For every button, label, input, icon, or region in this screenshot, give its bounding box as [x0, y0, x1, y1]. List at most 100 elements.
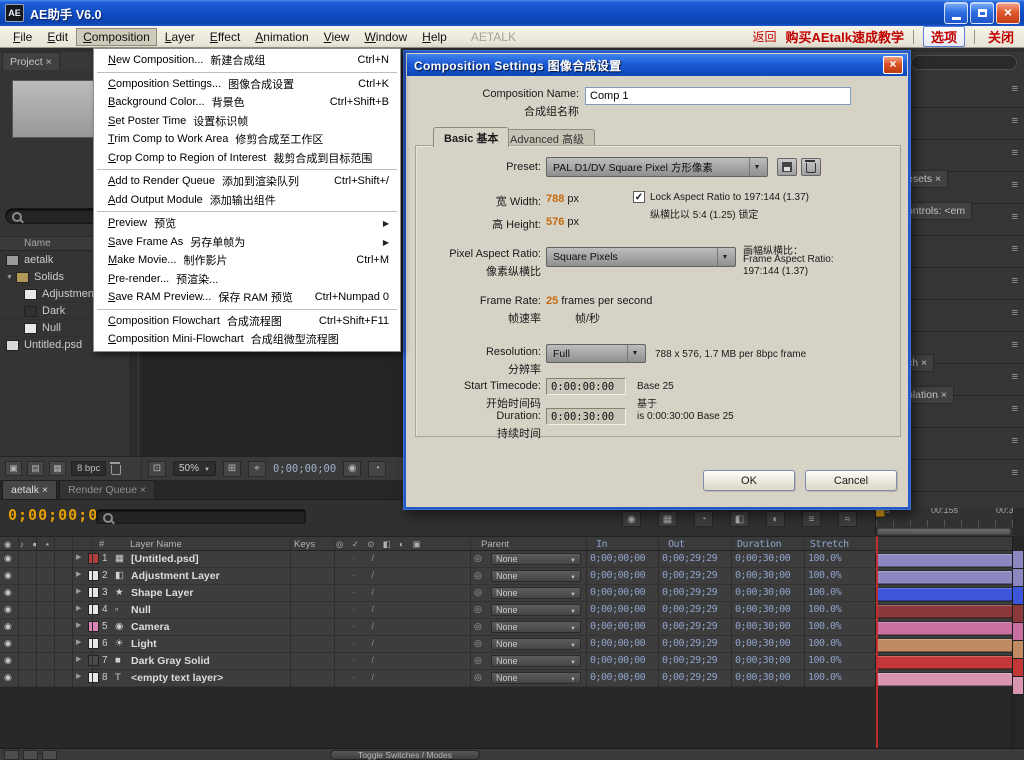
layer-row[interactable]: 5 ◉ Camera · / None 0;00;00;00 0;00;29;2… [0, 619, 1012, 636]
assistant-close-button[interactable]: 关闭 [984, 27, 1018, 46]
hide-shy-icon[interactable]: ◔ [694, 511, 713, 527]
eye-icon[interactable] [4, 655, 12, 666]
start-timecode-field[interactable]: 0:00:00:00 [546, 378, 626, 395]
menu-item[interactable]: Background Color... 背景色 Ctrl+Shift+B [95, 93, 399, 112]
parent-pickwhip-icon[interactable] [474, 570, 482, 581]
out-value[interactable]: 0;00;29;29 [662, 553, 717, 564]
layer-name[interactable]: <empty text layer> [131, 672, 223, 684]
menu-item[interactable]: New Composition... 新建合成组 Ctrl+N [95, 51, 399, 70]
eye-icon[interactable] [4, 621, 12, 632]
playhead-line[interactable] [876, 536, 878, 748]
menu-item[interactable]: Preview 预览 [95, 214, 399, 233]
menu-item[interactable]: Save RAM Preview... 保存 RAM 预览 Ctrl+Numpa… [95, 288, 399, 307]
motion-blur-icon[interactable]: ◐ [766, 511, 785, 527]
lock-aspect-checkbox[interactable] [633, 191, 645, 203]
parent-pickwhip-icon[interactable] [474, 655, 482, 666]
timeline-search-input[interactable] [96, 509, 306, 524]
expander-icon[interactable] [76, 553, 81, 561]
expander-icon[interactable] [6, 274, 16, 281]
label-color-chip[interactable] [88, 604, 99, 615]
layer-duration-bar[interactable] [877, 588, 1012, 601]
panel-header[interactable] [897, 108, 1024, 140]
draft-3d-icon[interactable]: ▦ [658, 511, 677, 527]
layer-switches[interactable]: · / [352, 672, 381, 682]
menubar-item-effect[interactable]: Effect [203, 28, 247, 46]
panel-header[interactable] [897, 300, 1024, 332]
in-value[interactable]: 0;00;00;00 [590, 587, 645, 598]
label-color-chip[interactable] [88, 570, 99, 581]
tab-render-queue[interactable]: Render Queue × [59, 480, 155, 499]
out-value[interactable]: 0;00;29;29 [662, 621, 717, 632]
menu-item[interactable]: Pre-render... 预渲染... [95, 270, 399, 289]
buy-tutorial-link[interactable]: 购买AEtalk速成教学 [786, 27, 904, 46]
duration-value[interactable]: 0;00;30;00 [735, 655, 790, 666]
stretch-value[interactable]: 100.0% [808, 621, 841, 632]
label-color-chip[interactable] [88, 655, 99, 666]
column-keys[interactable]: Keys [294, 539, 315, 550]
stretch-value[interactable]: 100.0% [808, 553, 841, 564]
expander-icon[interactable] [76, 587, 81, 595]
stretch-value[interactable]: 100.0% [808, 655, 841, 666]
layer-row[interactable]: 8 T <empty text layer> · / None 0;00;00;… [0, 670, 1012, 687]
menu-item[interactable]: Trim Comp to Work Area 修剪合成至工作区 [95, 130, 399, 149]
panel-header[interactable] [897, 236, 1024, 268]
menubar-item-view[interactable]: View [317, 28, 357, 46]
toggle-switches-modes-button[interactable]: Toggle Switches / Modes [330, 750, 480, 760]
resolution-dropdown[interactable]: Full [546, 344, 646, 363]
duration-value[interactable]: 0;00;30;00 [735, 570, 790, 581]
comp-mini-flowchart-icon[interactable]: ◉ [622, 511, 641, 527]
trash-icon[interactable] [111, 465, 121, 475]
out-value[interactable]: 0;00;29;29 [662, 638, 717, 649]
grid-guides-icon[interactable]: ⊞ [223, 461, 241, 477]
out-value[interactable]: 0;00;29;29 [662, 604, 717, 615]
layer-duration-bar[interactable] [877, 571, 1012, 584]
menubar-item-help[interactable]: Help [415, 28, 454, 46]
duration-value[interactable]: 0;00;30;00 [735, 672, 790, 683]
duration-field[interactable]: 0:00:30:00 [546, 408, 626, 425]
parent-pickwhip-icon[interactable] [474, 672, 482, 683]
composition-name-input[interactable] [585, 87, 851, 105]
parent-dropdown[interactable]: None [491, 672, 581, 684]
layer-row[interactable]: 3 ★ Shape Layer · / None 0;00;00;00 0;00… [0, 585, 1012, 602]
parent-dropdown[interactable]: None [491, 587, 581, 599]
menu-item[interactable]: Crop Comp to Region of Interest 裁剪合成到目标范… [95, 149, 399, 168]
layer-row[interactable]: 4 ▫ Null · / None 0;00;00;00 0;00;29;29 … [0, 602, 1012, 619]
label-color-chip[interactable] [88, 553, 99, 564]
current-time-display[interactable]: 0;00;00;00 [8, 506, 108, 524]
eye-icon[interactable] [4, 570, 12, 581]
expand-transfer-controls-icon[interactable] [23, 750, 38, 760]
layer-switches[interactable]: · / [352, 570, 381, 580]
layer-switches[interactable]: · / [352, 587, 381, 597]
eye-icon[interactable] [4, 672, 12, 683]
camera-icon[interactable]: ◉ [343, 461, 361, 477]
in-value[interactable]: 0;00;00;00 [590, 621, 645, 632]
back-link[interactable]: 返回 [752, 28, 776, 45]
cancel-button[interactable]: Cancel [805, 470, 897, 491]
height-value[interactable]: 576 [546, 216, 564, 228]
in-value[interactable]: 0;00;00;00 [590, 570, 645, 581]
eye-icon[interactable] [4, 587, 12, 598]
expander-icon[interactable] [76, 570, 81, 578]
parent-dropdown[interactable]: None [491, 553, 581, 565]
menu-item[interactable]: Composition Settings... 图像合成设置 Ctrl+K [95, 75, 399, 94]
layer-name[interactable]: Null [131, 604, 151, 616]
frame-blend-icon[interactable]: ◧ [730, 511, 749, 527]
menu-item[interactable]: Add Output Module 添加输出组件 [95, 191, 399, 210]
framerate-value[interactable]: 25 [546, 295, 558, 307]
expander-icon[interactable] [76, 604, 81, 612]
expander-icon[interactable] [76, 672, 81, 680]
parent-pickwhip-icon[interactable] [474, 638, 482, 649]
layer-name[interactable]: Light [131, 638, 157, 650]
in-value[interactable]: 0;00;00;00 [590, 672, 645, 683]
layer-switches[interactable]: · / [352, 638, 381, 648]
out-value[interactable]: 0;00;29;29 [662, 672, 717, 683]
expander-icon[interactable] [76, 621, 81, 629]
viewer-timecode[interactable]: 0;00;00;00 [273, 463, 336, 475]
menu-item[interactable]: Save Frame As 另存单帧为 [95, 233, 399, 252]
menubar-item-edit[interactable]: Edit [40, 28, 75, 46]
parent-pickwhip-icon[interactable] [474, 587, 482, 598]
work-area-bar[interactable] [877, 528, 1011, 535]
pixel-aspect-dropdown[interactable]: Square Pixels [546, 247, 736, 267]
column-parent[interactable]: Parent [481, 539, 509, 550]
in-value[interactable]: 0;00;00;00 [590, 638, 645, 649]
